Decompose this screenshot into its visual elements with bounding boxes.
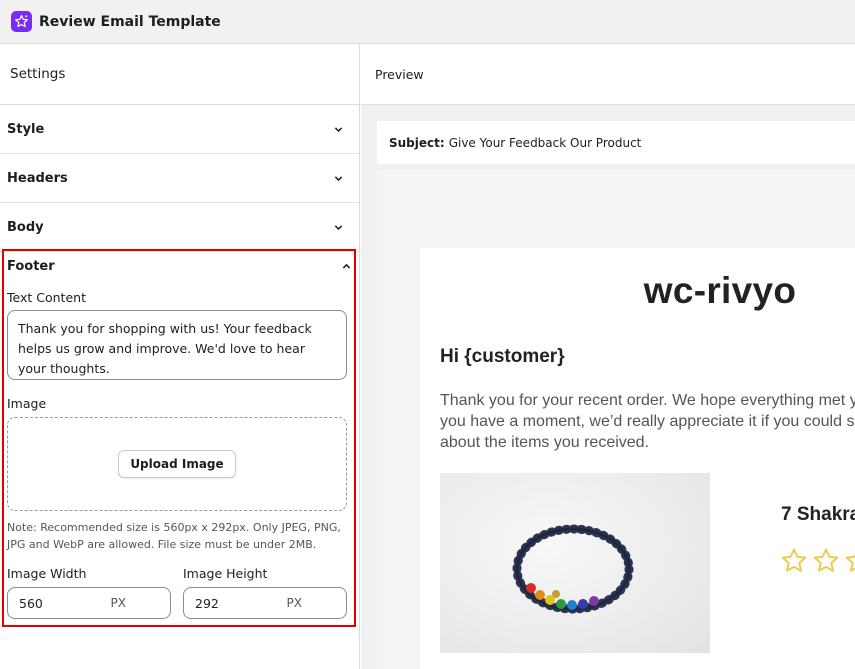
title-bar: Review Email Template [0,0,855,44]
subject-bar: Subject: Give Your Feedback Our Product [377,121,855,164]
section-body-label: Body [7,219,44,235]
upload-image-button[interactable]: Upload Image [118,450,236,478]
chevron-up-icon [342,263,351,269]
rating-stars [779,546,855,576]
product-image [440,473,710,653]
image-height-value: 292 [195,595,219,611]
image-width-input[interactable]: 560 PX [7,587,171,619]
image-width-unit: PX [110,596,126,610]
image-height-unit: PX [286,596,302,610]
star-outline-icon [813,548,839,572]
image-dropzone[interactable]: Upload Image [7,417,347,511]
email-body-line: about the items you received. [440,434,650,451]
chevron-down-icon [334,175,343,181]
settings-panel: Settings Style Headers Body Footer Text … [0,44,360,669]
image-height-input[interactable]: 292 PX [183,587,347,619]
image-height-label: Image Height [183,566,268,581]
email-body: Thank you for your recent order. We hope… [440,390,855,453]
image-note: Note: Recommended size is 560px x 292px.… [7,521,341,551]
email-greeting: Hi {customer} [440,346,565,367]
chevron-down-icon [334,126,343,132]
subject-label: Subject: [389,135,445,150]
email-card: wc-rivyo Hi {customer} Thank you for you… [420,248,855,669]
text-content-label: Text Content [7,290,86,305]
app-title: Review Email Template [39,13,221,30]
settings-title: Settings [0,44,359,105]
preview-panel: Preview Subject: Give Your Feedback Our … [361,44,855,669]
section-headers-label: Headers [7,170,68,186]
image-width-label: Image Width [7,566,87,581]
subject-value: Give Your Feedback Our Product [448,135,642,150]
email-body-line: you have a moment, we’d really appreciat… [440,413,855,430]
email-body-line: Thank you for your recent order. We hope… [440,392,855,409]
star-sparkle-icon [11,11,32,32]
star-outline-icon [845,553,855,572]
email-brand: wc-rivyo [643,270,797,311]
bracelet-image [512,524,634,614]
image-width-value: 560 [19,595,43,611]
image-label: Image [7,396,47,411]
chevron-down-icon [334,224,343,230]
section-footer-label: Footer [7,259,55,274]
star-outline-icon [781,548,807,572]
product-name: 7 Shakra [781,504,855,525]
text-content-field[interactable]: Thank you for shopping with us! Your fee… [7,310,347,380]
section-footer[interactable]: Footer [7,259,351,274]
section-body[interactable]: Body [0,203,359,252]
footer-section: Footer Text Content Thank you for shoppi… [2,249,356,627]
section-headers[interactable]: Headers [0,154,359,203]
section-style-label: Style [7,121,45,137]
preview-title: Preview [361,44,855,105]
section-style[interactable]: Style [0,105,359,154]
